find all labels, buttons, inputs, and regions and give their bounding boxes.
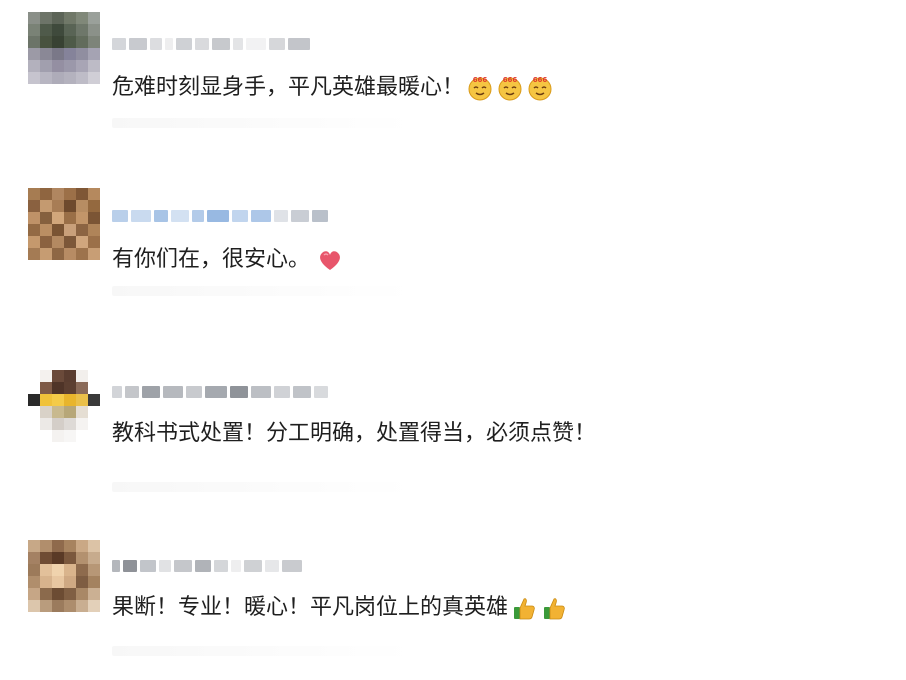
comment-text: 危难时刻显身手，平凡英雄最暖心！ 666 666 666 bbox=[112, 72, 554, 104]
comment-text: 教科书式处置！分工明确，处置得当，必须点赞！ bbox=[112, 418, 596, 450]
comment-meta-blurred bbox=[112, 646, 412, 656]
thumbs-up-icon bbox=[510, 594, 538, 622]
avatar[interactable] bbox=[28, 188, 100, 260]
comment-item: 果断！专业！暖心！平凡岗位上的真英雄 bbox=[0, 528, 906, 656]
comment-body: 果断！专业！暖心！平凡岗位上的真英雄 bbox=[112, 595, 509, 620]
666-face-icon: 666 bbox=[526, 74, 554, 102]
comment-item: 教科书式处置！分工明确，处置得当，必须点赞！ bbox=[0, 352, 906, 492]
comment-text: 果断！专业！暖心！平凡岗位上的真英雄 bbox=[112, 592, 568, 624]
heart-icon bbox=[316, 246, 344, 274]
username-blurred[interactable] bbox=[112, 556, 382, 576]
666-face-icon: 666 bbox=[496, 74, 524, 102]
avatar[interactable] bbox=[28, 370, 100, 442]
comment-text: 有你们在，很安心。 bbox=[112, 244, 344, 276]
comment-body: 有你们在，很安心。 bbox=[112, 247, 311, 272]
comment-meta-blurred bbox=[112, 118, 412, 128]
avatar[interactable] bbox=[28, 540, 100, 612]
comment-meta-blurred bbox=[112, 286, 412, 296]
avatar[interactable] bbox=[28, 12, 100, 84]
svg-text:666: 666 bbox=[503, 76, 518, 84]
username-blurred[interactable] bbox=[112, 34, 382, 54]
svg-text:666: 666 bbox=[473, 76, 488, 84]
username-blurred[interactable] bbox=[112, 382, 382, 402]
666-face-icon: 666 bbox=[466, 74, 494, 102]
svg-text:666: 666 bbox=[533, 76, 548, 84]
comment-item: 有你们在，很安心。 bbox=[0, 176, 906, 296]
comment-body: 教科书式处置！分工明确，处置得当，必须点赞！ bbox=[112, 421, 597, 446]
comment-item: 危难时刻显身手，平凡英雄最暖心！ 666 666 666 bbox=[0, 0, 906, 128]
comment-body: 危难时刻显身手，平凡英雄最暖心！ bbox=[112, 75, 465, 100]
thumbs-up-icon bbox=[540, 594, 568, 622]
username-blurred[interactable] bbox=[112, 206, 382, 226]
comment-meta-blurred bbox=[112, 482, 412, 492]
